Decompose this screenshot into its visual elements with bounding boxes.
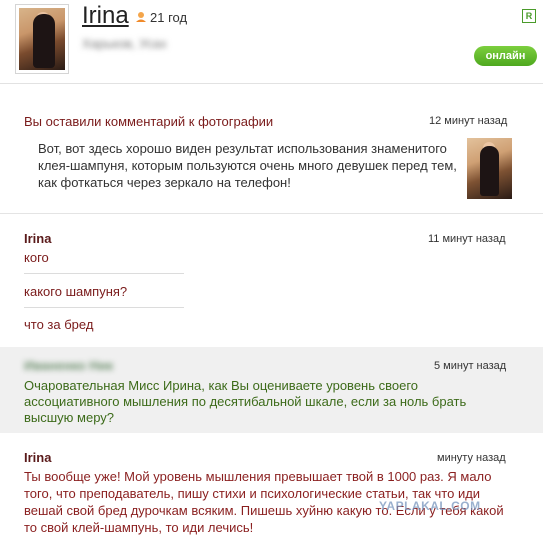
corner-badge-icon[interactable]: R (522, 9, 536, 23)
notice-time: 12 минут назад (429, 115, 508, 127)
female-icon (136, 12, 146, 22)
message-author[interactable]: Irina (24, 231, 51, 246)
message-line: кого (24, 250, 49, 265)
message-text: Очаровательная Мисс Ирина, как Вы оценив… (24, 378, 467, 425)
message-time: минуту назад (437, 452, 506, 464)
photo-thumbnail[interactable] (467, 138, 512, 199)
message-line: что за бред (24, 317, 94, 332)
message-author[interactable]: Irina (24, 450, 51, 465)
message-block: Irina минуту назад Ты вообще уже! Мой ур… (0, 436, 543, 537)
message-block: Irina 11 минут назад кого какого шампуня… (0, 214, 543, 344)
message-author[interactable]: Иваненко Ник (24, 358, 113, 373)
line-separator (24, 307, 184, 308)
age-label: 21 год (150, 10, 188, 25)
message-line: какого шампуня? (24, 284, 128, 299)
watermark: YAPLAKAL.COM (379, 499, 481, 513)
notice-text: Вот, вот здесь хорошо виден результат ис… (38, 141, 457, 190)
online-status-badge: онлайн (474, 46, 537, 66)
notice-title: Вы оставили комментарий к фотографии (24, 114, 274, 129)
message-time: 11 минут назад (428, 233, 506, 245)
profile-header: Irina 21 год Харьков, Усах R онлайн (0, 0, 543, 84)
message-block-highlighted: Иваненко Ник 5 минут назад Очаровательна… (0, 347, 543, 433)
avatar-image (19, 8, 65, 70)
comment-notice: Вы оставили комментарий к фотографии 12 … (0, 100, 543, 205)
line-separator (24, 273, 184, 274)
profile-name-link[interactable]: Irina (82, 2, 129, 30)
location-label: Харьков, Усах (82, 36, 167, 51)
message-time: 5 минут назад (434, 360, 507, 372)
avatar[interactable] (15, 4, 69, 74)
